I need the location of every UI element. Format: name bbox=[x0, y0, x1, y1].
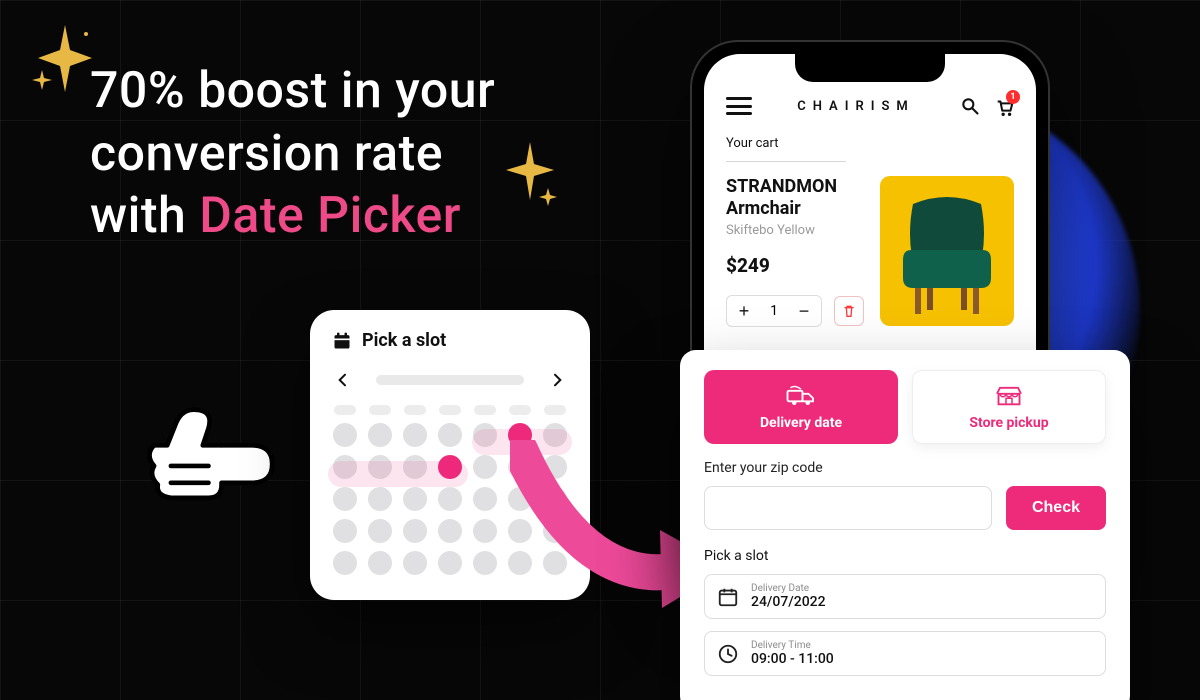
delivery-date-value: 24/07/2022 bbox=[751, 594, 826, 610]
cart-heading: Your cart bbox=[726, 136, 846, 162]
slot-heading: Pick a slot bbox=[704, 548, 1106, 564]
cart-item: STRANDMON Armchair Skiftebo Yellow $249 … bbox=[726, 176, 1014, 327]
calendar-range bbox=[472, 429, 572, 455]
pointing-hand-icon bbox=[140, 390, 290, 510]
calendar-day[interactable] bbox=[543, 519, 567, 543]
delivery-time-value: 09:00 - 11:00 bbox=[751, 651, 834, 667]
delivery-panel: Delivery date Store pickup Enter your zi… bbox=[680, 350, 1130, 700]
calendar-day[interactable] bbox=[403, 423, 427, 447]
calendar-day[interactable] bbox=[333, 519, 357, 543]
calendar-day[interactable] bbox=[403, 551, 427, 575]
qty-decrease-button[interactable]: − bbox=[787, 296, 821, 326]
quantity-stepper[interactable]: + 1 − bbox=[726, 295, 822, 327]
calendar-weekday bbox=[404, 405, 426, 415]
headline-accent: Date Picker bbox=[199, 187, 461, 245]
calendar-weekday bbox=[474, 405, 496, 415]
headline-line3-prefix: with bbox=[90, 187, 199, 245]
cart-icon[interactable]: 1 bbox=[994, 96, 1014, 116]
product-name-line2: Armchair bbox=[726, 198, 801, 219]
truck-icon bbox=[786, 383, 816, 409]
headline-line1: 70% boost in your bbox=[90, 62, 495, 120]
calendar-day[interactable] bbox=[333, 487, 357, 511]
calendar-day[interactable] bbox=[368, 423, 392, 447]
product-thumbnail bbox=[880, 176, 1014, 326]
store-icon bbox=[994, 383, 1024, 409]
calendar-title: Pick a slot bbox=[362, 330, 446, 351]
calendar-day[interactable] bbox=[438, 423, 462, 447]
calendar-day[interactable] bbox=[473, 551, 497, 575]
delivery-date-label: Delivery Date bbox=[751, 583, 826, 594]
calendar-grid[interactable] bbox=[332, 405, 568, 575]
calendar-weekday bbox=[439, 405, 461, 415]
calendar-day[interactable] bbox=[543, 455, 567, 479]
calendar-day[interactable] bbox=[403, 487, 427, 511]
calendar-day[interactable] bbox=[508, 551, 532, 575]
calendar-day[interactable] bbox=[438, 487, 462, 511]
tab-store-pickup[interactable]: Store pickup bbox=[912, 370, 1106, 444]
calendar-day[interactable] bbox=[368, 487, 392, 511]
calendar-day[interactable] bbox=[438, 519, 462, 543]
calendar-weekday bbox=[509, 405, 531, 415]
delivery-time-label: Delivery Time bbox=[751, 640, 834, 651]
app-header: CHAIRISM 1 bbox=[726, 96, 1014, 116]
calendar-range bbox=[328, 461, 468, 487]
calendar-day[interactable] bbox=[508, 487, 532, 511]
headline: 70% boost in your conversion rate with D… bbox=[90, 60, 650, 248]
calendar-weekday bbox=[334, 405, 356, 415]
clock-icon bbox=[717, 643, 739, 665]
calendar-day[interactable] bbox=[333, 423, 357, 447]
product-name-line1: STRANDMON bbox=[726, 176, 837, 197]
qty-value: 1 bbox=[761, 303, 787, 319]
phone-notch bbox=[795, 54, 945, 82]
zip-input[interactable] bbox=[704, 486, 992, 530]
check-button[interactable]: Check bbox=[1006, 486, 1106, 530]
zip-label: Enter your zip code bbox=[704, 460, 1106, 476]
calendar-day[interactable] bbox=[473, 455, 497, 479]
remove-item-button[interactable] bbox=[834, 296, 864, 326]
cart-badge: 1 bbox=[1006, 90, 1020, 104]
search-icon[interactable] bbox=[960, 96, 980, 116]
calendar-day[interactable] bbox=[403, 519, 427, 543]
calendar-month-placeholder bbox=[376, 375, 524, 385]
calendar-day[interactable] bbox=[543, 551, 567, 575]
product-variant: Skiftebo Yellow bbox=[726, 223, 864, 238]
calendar-prev-button[interactable] bbox=[332, 369, 354, 391]
tab-pickup-label: Store pickup bbox=[969, 415, 1048, 431]
calendar-day[interactable] bbox=[473, 487, 497, 511]
qty-increase-button[interactable]: + bbox=[727, 296, 761, 326]
calendar-day[interactable] bbox=[333, 551, 357, 575]
calendar-day[interactable] bbox=[543, 487, 567, 511]
headline-line2: conversion rate bbox=[90, 125, 443, 183]
calendar-icon bbox=[332, 331, 352, 351]
brand-name: CHAIRISM bbox=[797, 99, 915, 114]
calendar-day[interactable] bbox=[368, 519, 392, 543]
calendar-day[interactable] bbox=[508, 519, 532, 543]
tab-delivery-label: Delivery date bbox=[760, 415, 842, 431]
calendar-day[interactable] bbox=[473, 519, 497, 543]
calendar-day[interactable] bbox=[368, 551, 392, 575]
calendar-next-button[interactable] bbox=[546, 369, 568, 391]
tab-delivery-date[interactable]: Delivery date bbox=[704, 370, 898, 444]
delivery-time-field[interactable]: Delivery Time 09:00 - 11:00 bbox=[704, 631, 1106, 676]
calendar-day[interactable] bbox=[438, 551, 462, 575]
calendar-card: Pick a slot bbox=[310, 310, 590, 600]
calendar-icon bbox=[717, 586, 739, 608]
product-price: $249 bbox=[726, 254, 864, 277]
menu-icon[interactable] bbox=[726, 97, 752, 115]
delivery-date-field[interactable]: Delivery Date 24/07/2022 bbox=[704, 574, 1106, 619]
calendar-weekday bbox=[544, 405, 566, 415]
calendar-weekday bbox=[369, 405, 391, 415]
calendar-day[interactable] bbox=[508, 455, 532, 479]
